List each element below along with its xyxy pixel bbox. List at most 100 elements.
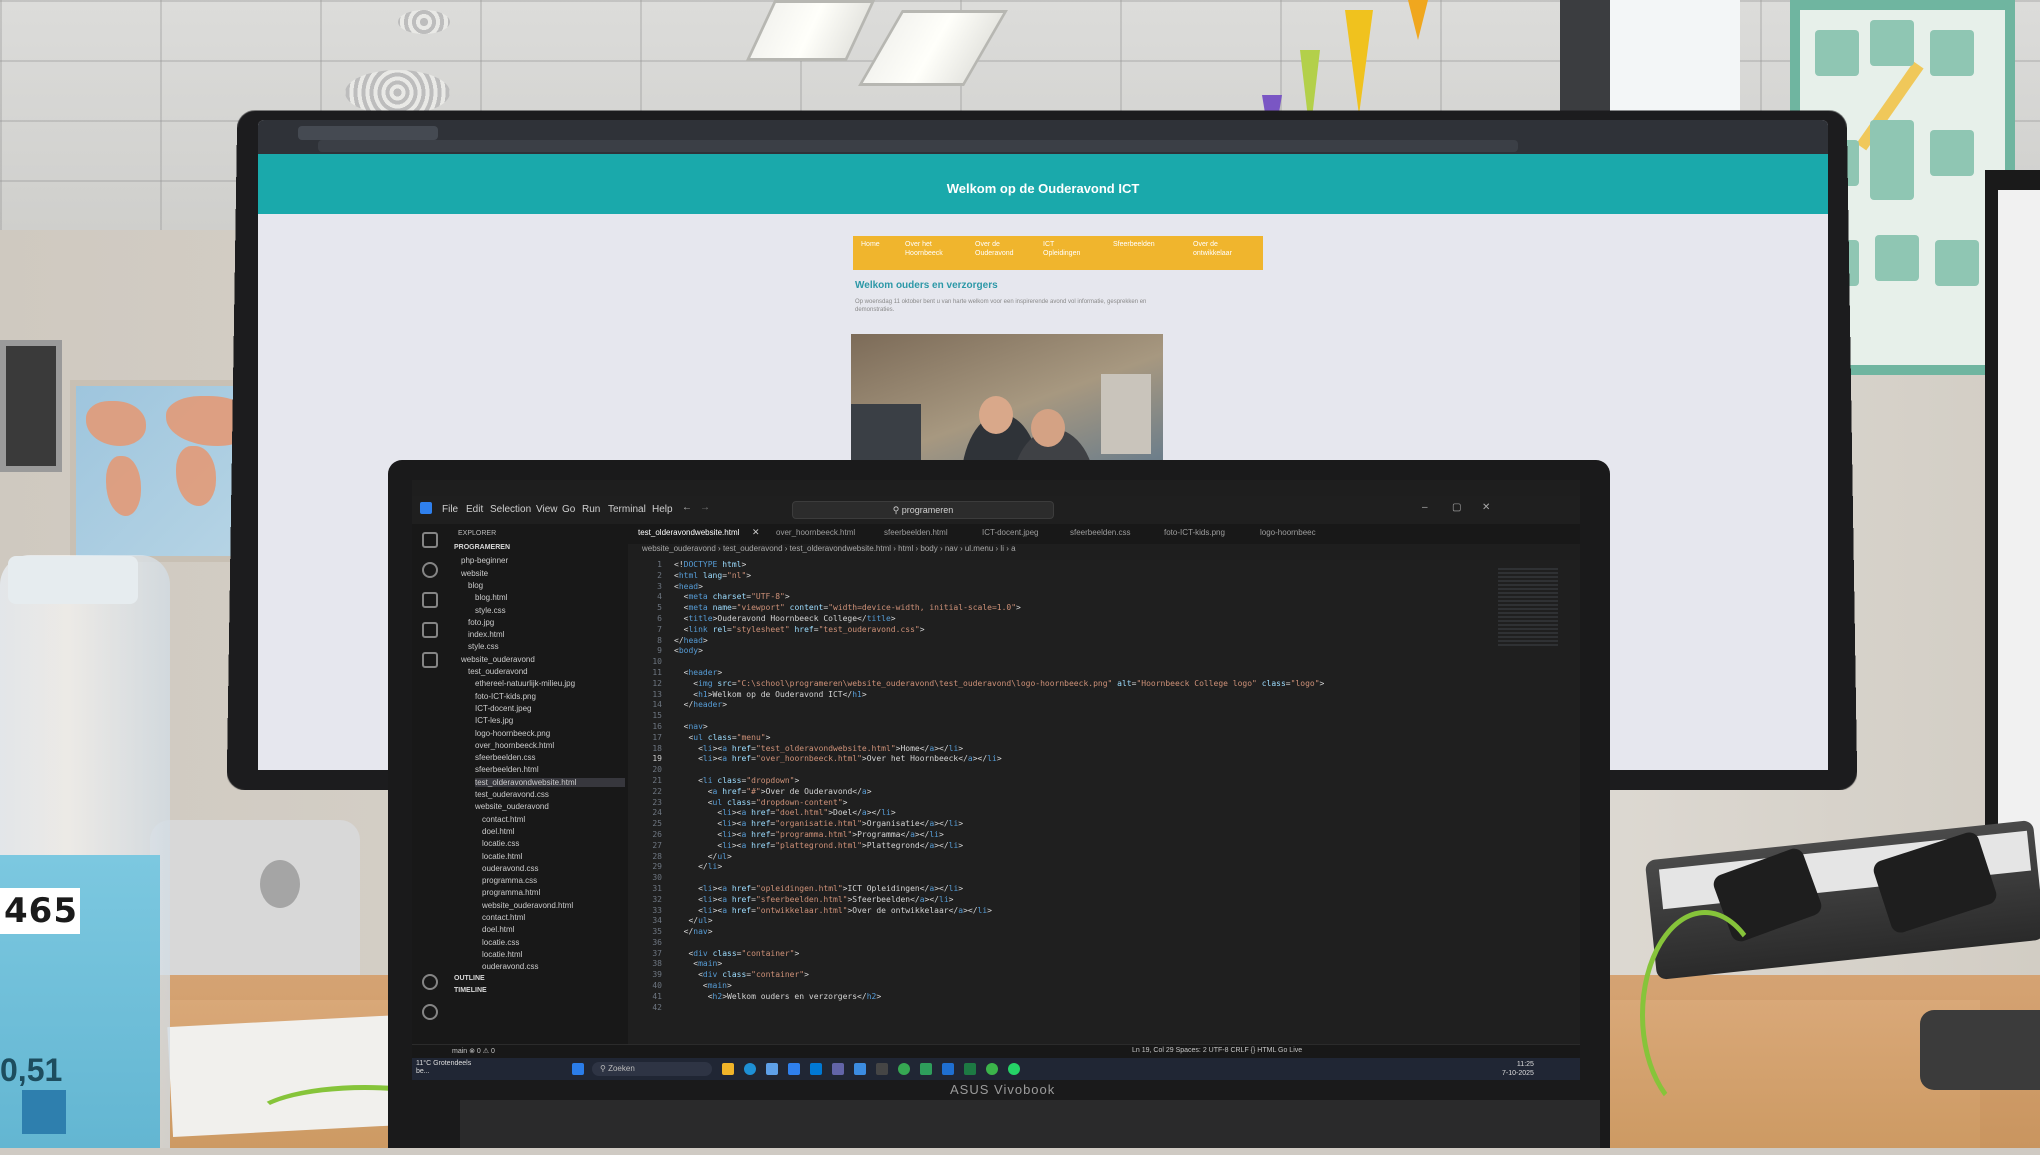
store-icon[interactable]	[766, 1063, 778, 1075]
file-tree-item[interactable]: locatie.css	[482, 938, 519, 947]
file-tree-item[interactable]: logo-hoornbeeck.png	[475, 729, 550, 738]
file-tree-item[interactable]: programma.html	[482, 888, 540, 897]
file-tree-item[interactable]: locatie.html	[482, 950, 522, 959]
menu-view[interactable]: View	[536, 504, 558, 515]
tab-logo-hoornbeeck[interactable]: logo-hoornbeec	[1260, 528, 1316, 537]
file-tree-item[interactable]: doel.html	[482, 925, 514, 934]
file-tree-item[interactable]: ICT-docent.jpeg	[475, 704, 531, 713]
file-tree-item[interactable]: website_ouderavond.html	[482, 901, 573, 910]
file-tree-item[interactable]: test_olderavondwebsite.html	[475, 777, 625, 787]
file-tree-item[interactable]: php-beginner	[461, 556, 508, 565]
menu-terminal[interactable]: Terminal	[608, 504, 646, 515]
teams-icon[interactable]	[832, 1063, 844, 1075]
maximize-icon[interactable]: ▢	[1452, 502, 1461, 513]
line-number: 22	[652, 786, 662, 796]
file-explorer-icon[interactable]	[722, 1063, 734, 1075]
file-tree-item[interactable]: style.css	[468, 642, 499, 651]
extensions-icon[interactable]	[422, 652, 438, 668]
file-tree-item[interactable]: test_ouderavond	[468, 667, 528, 676]
breadcrumb[interactable]: website_ouderavond › test_ouderavond › t…	[628, 544, 1580, 558]
minimize-icon[interactable]: –	[1422, 502, 1428, 513]
file-tree-item[interactable]: style.css	[475, 606, 506, 615]
address-bar[interactable]	[318, 140, 1518, 152]
file-tree-item[interactable]: doel.html	[482, 827, 514, 836]
code-editor[interactable]: 1 2 3 4 5 6 7 8 9 10 11 12 13 14 15 16 17 18 19 20 21 22 23 24 2…	[628, 560, 1580, 1044]
line-number: 20	[652, 765, 662, 775]
file-tree-item[interactable]: test_ouderavond.css	[475, 790, 549, 799]
status-left[interactable]: main ⊗ 0 ⚠ 0	[452, 1047, 495, 1055]
file-tree-item[interactable]: foto-ICT-kids.png	[475, 692, 536, 701]
file-tree-item[interactable]: foto.jpg	[468, 618, 494, 627]
source-control-icon[interactable]	[422, 592, 438, 608]
gear-icon[interactable]	[422, 1004, 438, 1020]
menu-edit[interactable]: Edit	[466, 504, 483, 515]
menu-run[interactable]: Run	[582, 504, 600, 515]
weather-widget[interactable]: 11°C Grotendeels be...	[416, 1060, 476, 1076]
app-icon[interactable]	[1008, 1063, 1020, 1075]
tab-ict-docent[interactable]: ICT-docent.jpeg	[982, 528, 1038, 537]
menu-selection[interactable]: Selection	[490, 504, 531, 515]
back-arrow-icon[interactable]: ←	[682, 502, 692, 513]
file-tree-item[interactable]: sfeerbeelden.css	[475, 753, 535, 762]
file-tree-item[interactable]: ethereel-natuurlijk-milieu.jpg	[475, 679, 575, 688]
file-tree-item[interactable]: website	[461, 569, 488, 578]
nav-over-het-hoornbeeck[interactable]: Over het Hoornbeeck	[905, 240, 943, 258]
file-tree-item[interactable]: contact.html	[482, 913, 525, 922]
code-content[interactable]: <!DOCTYPE html> <html lang="nl"> <head> …	[674, 560, 1324, 1003]
nav-over-de-ontwikkelaar[interactable]: Over de ontwikkelaar	[1193, 240, 1243, 258]
status-right[interactable]: Ln 19, Col 29 Spaces: 2 UTF-8 CRLF {} HT…	[1132, 1047, 1302, 1054]
edge-icon[interactable]	[744, 1063, 756, 1075]
vscode-taskbar-icon[interactable]	[788, 1063, 800, 1075]
nav-ict-opleidingen[interactable]: ICT Opleidingen	[1043, 240, 1083, 258]
file-tree-item[interactable]: locatie.html	[482, 852, 522, 861]
file-tree-item[interactable]: ICT-les.jpg	[475, 716, 513, 725]
menu-file[interactable]: File	[442, 504, 458, 515]
line-number: 6	[657, 613, 662, 623]
taskbar-search[interactable]: ⚲ Zoeken	[592, 1062, 712, 1076]
run-debug-icon[interactable]	[422, 622, 438, 638]
command-search[interactable]: ⚲ programeren	[792, 501, 1054, 519]
file-tree-item[interactable]: ouderavond.css	[482, 962, 538, 971]
file-tree-item[interactable]: website_ouderavond	[475, 802, 549, 811]
file-tree-item[interactable]: programma.css	[482, 876, 537, 885]
file-tree-item[interactable]: OUTLINE	[454, 975, 485, 982]
tab-sfeerbeelden-html[interactable]: sfeerbeelden.html	[884, 528, 948, 537]
nav-over-de-ouderavond[interactable]: Over de Ouderavond	[975, 240, 1015, 258]
file-tree-item[interactable]: TIMELINE	[454, 987, 487, 994]
close-icon[interactable]: ✕	[1482, 502, 1490, 513]
menu-help[interactable]: Help	[652, 504, 673, 515]
windows-start-icon[interactable]	[572, 1063, 584, 1075]
app-icon[interactable]	[942, 1063, 954, 1075]
file-tree-item[interactable]: over_hoornbeeck.html	[475, 741, 554, 750]
app-icon[interactable]	[898, 1063, 910, 1075]
app-icon[interactable]	[920, 1063, 932, 1075]
outlook-icon[interactable]	[810, 1063, 822, 1075]
search-icon[interactable]	[422, 562, 438, 578]
menu-go[interactable]: Go	[562, 504, 575, 515]
file-tree-item[interactable]: contact.html	[482, 815, 525, 824]
file-tree-item[interactable]: blog.html	[475, 593, 507, 602]
excel-icon[interactable]	[964, 1063, 976, 1075]
tab-sfeerbeelden-css[interactable]: sfeerbeelden.css	[1070, 528, 1130, 537]
whatsapp-icon[interactable]	[986, 1063, 998, 1075]
file-tree-item[interactable]: blog	[468, 581, 483, 590]
file-tree-item[interactable]: sfeerbeelden.html	[475, 765, 539, 774]
explorer-icon[interactable]	[422, 532, 438, 548]
app-icon[interactable]	[854, 1063, 866, 1075]
file-tree-item[interactable]: locatie.css	[482, 839, 519, 848]
file-tree-item[interactable]: website_ouderavond	[461, 655, 535, 664]
tab-foto-ict-kids[interactable]: foto-ICT-kids.png	[1164, 528, 1225, 537]
browser-tab[interactable]	[298, 126, 438, 140]
tab-over-hoornbeeck[interactable]: over_hoornbeeck.html	[776, 528, 855, 537]
forward-arrow-icon[interactable]: →	[700, 502, 710, 513]
taskbar-clock[interactable]: 11:25 7-10-2025	[1502, 1060, 1534, 1078]
tab-test-olderavondwebsite[interactable]: test_olderavondwebsite.html	[638, 528, 739, 537]
file-tree-item[interactable]: index.html	[468, 630, 504, 639]
nav-sfeerbeelden[interactable]: Sfeerbeelden	[1113, 240, 1173, 249]
account-icon[interactable]	[422, 974, 438, 990]
minimap[interactable]	[1498, 568, 1558, 648]
file-tree-item[interactable]: PROGRAMEREN	[454, 544, 510, 551]
tab-close-icon[interactable]: ✕	[752, 527, 760, 538]
file-tree-item[interactable]: ouderavond.css	[482, 864, 538, 873]
app-icon[interactable]	[876, 1063, 888, 1075]
